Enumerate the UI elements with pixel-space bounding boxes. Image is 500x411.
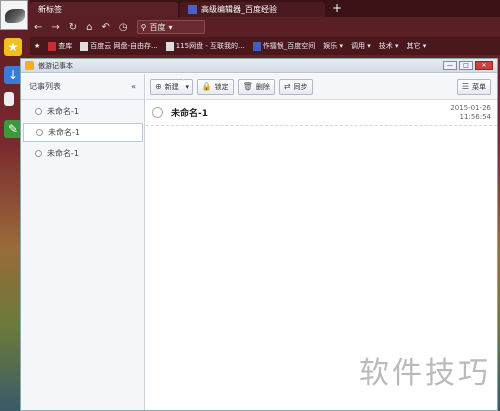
forward-icon[interactable]: → bbox=[51, 22, 59, 33]
sidebar-title: 记事列表 bbox=[29, 82, 61, 91]
tab-new[interactable]: 新标签 bbox=[30, 2, 178, 17]
bookmark-item[interactable]: 作擂恨_百度空间 bbox=[252, 41, 316, 51]
document-icon[interactable] bbox=[4, 92, 14, 106]
bookmark-icon bbox=[80, 41, 89, 51]
note-header: 未命名-1 2015-01-26 11:56:54 bbox=[146, 100, 497, 126]
bookmark-label: 技术 ▾ bbox=[378, 42, 399, 50]
minimize-button[interactable]: — bbox=[443, 61, 457, 70]
window-titlebar: 傲游记事本 — □ ✕ bbox=[21, 59, 497, 73]
list-item-label: 未命名-1 bbox=[47, 107, 79, 116]
menu-icon: ☰ bbox=[461, 82, 469, 91]
bookmark-label: 百度云 网盘-自由存... bbox=[90, 42, 158, 50]
bookmark-folder[interactable]: 其它 ▾ bbox=[406, 41, 426, 51]
tab-bar: 新标签 高级编辑器_百度经验 + bbox=[30, 0, 500, 17]
menu-label: 菜单 bbox=[472, 82, 486, 91]
radio-icon bbox=[35, 150, 42, 157]
toolbar: ⊕ 新建 ▾ 🔒 锁定 🗑 删除 ⇄ 同步 ☰ 菜单 bbox=[146, 74, 497, 100]
chevron-down-icon[interactable]: ▾ bbox=[169, 23, 173, 32]
lock-label: 锁定 bbox=[214, 82, 229, 91]
note-time: 11:56:54 bbox=[459, 113, 491, 121]
bookmark-icon bbox=[48, 41, 57, 51]
bookmark-label: 娱乐 ▾ bbox=[323, 42, 343, 50]
window-title: 傲游记事本 bbox=[38, 61, 73, 70]
list-item-label: 未命名-1 bbox=[47, 149, 79, 158]
desktop-strip: ★ ↓ ✎ bbox=[0, 0, 28, 411]
bookmark-label: 调用 ▾ bbox=[350, 42, 371, 50]
back-icon[interactable]: ← bbox=[34, 22, 42, 33]
list-item[interactable]: 未命名-1 bbox=[23, 102, 143, 121]
note-status-icon[interactable] bbox=[152, 107, 163, 118]
bookmark-label: 作擂恨_百度空间 bbox=[262, 42, 316, 50]
star-icon[interactable]: ★ bbox=[4, 38, 22, 56]
note-date: 2015-01-26 bbox=[450, 104, 491, 112]
nav-bar: ← → ↻ ⌂ ↶ ◷ ⚲ 百度 ▾ bbox=[30, 17, 500, 37]
plus-icon: ⊕ bbox=[155, 82, 162, 91]
favicon-icon bbox=[188, 5, 197, 14]
delete-button[interactable]: 🗑 删除 bbox=[237, 78, 275, 95]
bookmark-icon bbox=[252, 41, 261, 51]
note-title[interactable]: 未命名-1 bbox=[171, 106, 208, 119]
new-button[interactable]: ⊕ 新建 bbox=[150, 78, 184, 95]
bookmark-label: 其它 ▾ bbox=[406, 42, 427, 50]
bookmark-item[interactable]: 百度云 网盘-自由存... bbox=[80, 41, 158, 51]
bookmark-item[interactable]: 115网盘 - 互联我的... bbox=[165, 41, 245, 51]
history-icon[interactable]: ◷ bbox=[119, 22, 128, 33]
bookmark-icon bbox=[165, 41, 174, 51]
note-list-sidebar: 记事列表 « 未命名-1 未命名-1 未命名-1 bbox=[21, 74, 145, 410]
bookmark-label: 查库 bbox=[58, 42, 73, 50]
window-controls: — □ ✕ bbox=[443, 61, 493, 70]
watermark-text: 软件技巧 bbox=[359, 356, 491, 391]
menu-button[interactable]: ☰ 菜单 bbox=[456, 78, 491, 95]
chevron-down-icon: ▾ bbox=[185, 82, 189, 91]
search-icon: ⚲ bbox=[140, 22, 147, 32]
bookmark-item[interactable]: 查库 bbox=[48, 41, 72, 51]
bookmark-label: 115网盘 - 互联我的... bbox=[175, 42, 245, 50]
notepad-icon bbox=[25, 61, 34, 70]
new-tab-button[interactable]: + bbox=[332, 1, 342, 15]
radio-icon bbox=[36, 129, 43, 136]
lock-button[interactable]: 🔒 锁定 bbox=[196, 78, 234, 95]
sync-icon: ⇄ bbox=[283, 82, 291, 91]
sidebar-header: 记事列表 « bbox=[21, 74, 144, 100]
bookmark-folder[interactable]: 技术 ▾ bbox=[379, 41, 399, 51]
desktop-logo bbox=[0, 0, 28, 30]
refresh-icon[interactable]: ↻ bbox=[69, 22, 77, 33]
bookmark-folder[interactable]: 调用 ▾ bbox=[351, 41, 371, 51]
browser-window: 新标签 高级编辑器_百度经验 + ← → ↻ ⌂ ↶ ◷ ⚲ 百度 ▾ ★ 查库 百… bbox=[30, 0, 500, 60]
bookmark-folder[interactable]: 娱乐 ▾ bbox=[323, 41, 343, 51]
radio-icon bbox=[35, 108, 42, 115]
trash-icon: 🗑 bbox=[242, 82, 253, 91]
sync-button[interactable]: ⇄ 同步 bbox=[278, 78, 313, 95]
list-item-label: 未命名-1 bbox=[48, 128, 80, 137]
note-timestamp: 2015-01-26 11:56:54 bbox=[450, 104, 491, 122]
collapse-icon[interactable]: « bbox=[131, 82, 136, 91]
tab-label: 新标签 bbox=[38, 5, 62, 14]
home-icon[interactable]: ⌂ bbox=[86, 22, 92, 33]
tab-label: 高级编辑器_百度经验 bbox=[201, 5, 277, 14]
search-engine-label: 百度 bbox=[149, 22, 166, 32]
notepad-window: 傲游记事本 — □ ✕ 记事列表 « 未命名-1 未命名-1 未命名-1 ⊕ 新建… bbox=[20, 58, 498, 411]
star-icon[interactable]: ★ bbox=[34, 42, 40, 50]
delete-label: 删除 bbox=[255, 82, 270, 91]
maximize-button[interactable]: □ bbox=[459, 61, 473, 70]
undo-icon[interactable]: ↶ bbox=[102, 22, 110, 33]
new-dropdown-button[interactable]: ▾ bbox=[182, 78, 193, 95]
close-button[interactable]: ✕ bbox=[475, 61, 493, 70]
tab-baidu-jingyan[interactable]: 高级编辑器_百度经验 bbox=[180, 2, 325, 17]
lock-icon: 🔒 bbox=[201, 82, 212, 91]
list-item[interactable]: 未命名-1 bbox=[23, 123, 143, 142]
bird-icon bbox=[5, 9, 25, 23]
bookmark-bar: ★ 查库 百度云 网盘-自由存... 115网盘 - 互联我的... 作擂恨_百… bbox=[30, 37, 500, 55]
sync-label: 同步 bbox=[293, 82, 308, 91]
list-item[interactable]: 未命名-1 bbox=[23, 144, 143, 163]
search-input[interactable]: ⚲ 百度 ▾ bbox=[136, 20, 205, 34]
new-label: 新建 bbox=[164, 82, 179, 91]
